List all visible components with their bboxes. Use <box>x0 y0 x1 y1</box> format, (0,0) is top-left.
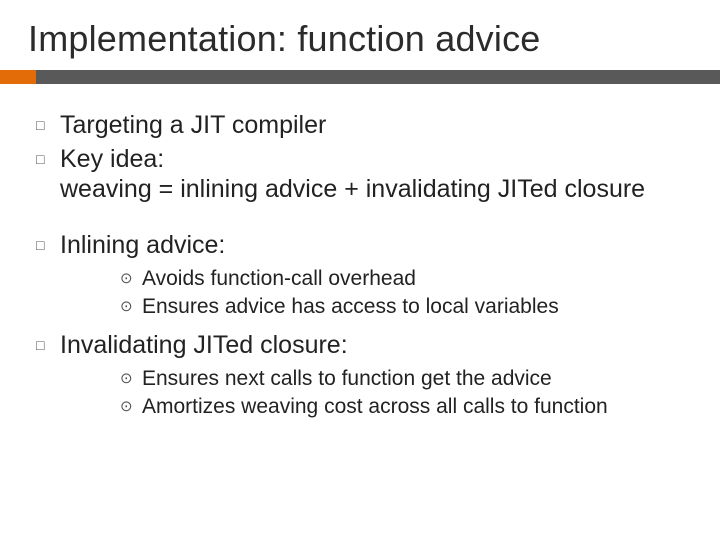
slide-content: □Targeting a JIT compiler□Key idea: weav… <box>0 84 720 426</box>
slide: Implementation: function advice □Targeti… <box>0 0 720 540</box>
list-item-body: Inlining advice:⊙Avoids function-call ov… <box>60 230 686 326</box>
circled-dot-icon: ⊙ <box>118 294 142 320</box>
circled-dot-icon: ⊙ <box>118 394 142 420</box>
square-bullet-icon: □ <box>34 144 60 174</box>
square-bullet-icon: □ <box>34 330 60 360</box>
list-item: □Key idea: weaving = inlining advice + i… <box>34 144 686 204</box>
sub-list-item-text: Ensures next calls to function get the a… <box>142 366 686 392</box>
accent-gray <box>36 70 720 84</box>
square-bullet-icon: □ <box>34 110 60 140</box>
list-item-text: Targeting a JIT compiler <box>60 110 686 140</box>
list-item-body: Key idea: weaving = inlining advice + in… <box>60 144 686 204</box>
list-item: □Targeting a JIT compiler <box>34 110 686 140</box>
list-item: □Invalidating JITed closure: ⊙Ensures nex… <box>34 330 686 426</box>
sub-list: ⊙Avoids function-call overhead⊙Ensures a… <box>60 260 686 326</box>
sub-list-item: ⊙Ensures advice has access to local vari… <box>118 294 686 320</box>
list-item-text: Invalidating JITed closure: <box>60 330 686 360</box>
circled-dot-icon: ⊙ <box>118 266 142 292</box>
bullet-list: □Targeting a JIT compiler□Key idea: weav… <box>34 110 686 426</box>
sub-list: ⊙Ensures next calls to function get the … <box>60 360 686 426</box>
sub-list-item: ⊙Amortizes weaving cost across all calls… <box>118 394 686 420</box>
list-item-text: Key idea: weaving = inlining advice + in… <box>60 144 686 204</box>
sub-list-item: ⊙Avoids function-call overhead <box>118 266 686 292</box>
list-item-body: Targeting a JIT compiler <box>60 110 686 140</box>
list-item-text: Inlining advice: <box>60 230 686 260</box>
sub-list-item: ⊙Ensures next calls to function get the … <box>118 366 686 392</box>
list-item: □Inlining advice:⊙Avoids function-call o… <box>34 230 686 326</box>
circled-dot-icon: ⊙ <box>118 366 142 392</box>
list-item-body: Invalidating JITed closure: ⊙Ensures next… <box>60 330 686 426</box>
accent-bar <box>0 70 720 84</box>
slide-title: Implementation: function advice <box>0 18 720 70</box>
sub-list-item-text: Ensures advice has access to local varia… <box>142 294 686 320</box>
accent-orange <box>0 70 36 84</box>
sub-list-item-text: Avoids function-call overhead <box>142 266 686 292</box>
square-bullet-icon: □ <box>34 230 60 260</box>
sub-list-item-text: Amortizes weaving cost across all calls … <box>142 394 686 420</box>
